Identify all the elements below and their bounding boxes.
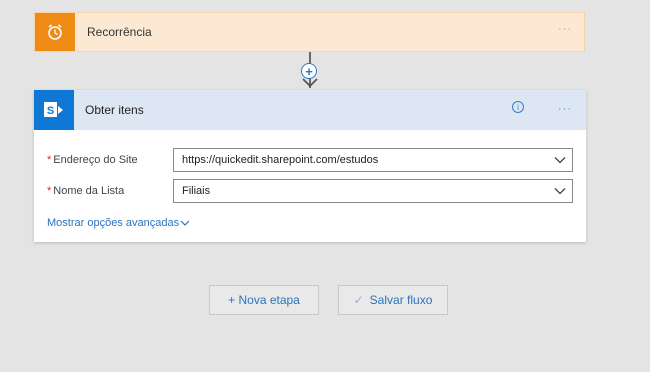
list-name-value: Filiais xyxy=(182,185,211,197)
action-title: Obter itens xyxy=(85,103,144,117)
chevron-down-icon xyxy=(554,188,566,195)
required-marker: * xyxy=(47,185,52,197)
save-flow-button[interactable]: ✓ Salvar fluxo xyxy=(338,285,448,315)
info-icon[interactable]: i xyxy=(512,101,524,113)
action-more-menu-button[interactable]: ··· xyxy=(558,103,572,115)
trigger-card-recorrencia[interactable]: Recorrência ··· xyxy=(34,12,585,52)
sharepoint-icon: S xyxy=(34,90,74,130)
chevron-down-icon[interactable] xyxy=(180,219,190,227)
svg-text:S: S xyxy=(47,105,54,117)
chevron-down-icon xyxy=(554,157,566,164)
site-address-dropdown[interactable]: https://quickedit.sharepoint.com/estudos xyxy=(173,148,573,172)
insert-step-button[interactable]: + xyxy=(301,63,317,79)
show-advanced-options-link[interactable]: Mostrar opções avançadas xyxy=(47,217,179,229)
new-step-button[interactable]: + Nova etapa xyxy=(209,285,319,315)
list-name-label: * Nome da Lista xyxy=(47,185,125,197)
arrow-down-icon xyxy=(302,78,318,88)
required-marker: * xyxy=(47,154,52,166)
action-card-header[interactable]: S Obter itens i ··· xyxy=(34,90,586,130)
action-card-obter-itens: S Obter itens i ··· * Endereço do Site ht… xyxy=(34,90,586,242)
plus-icon: + xyxy=(305,63,313,79)
site-address-value: https://quickedit.sharepoint.com/estudos xyxy=(182,154,379,166)
save-flow-label: Salvar fluxo xyxy=(369,293,433,307)
check-icon: ✓ xyxy=(353,293,364,307)
alarm-clock-icon xyxy=(35,13,75,51)
list-name-dropdown[interactable]: Filiais xyxy=(173,179,573,203)
new-step-label: + Nova etapa xyxy=(228,293,300,307)
trigger-title: Recorrência xyxy=(87,25,152,39)
site-address-label: * Endereço do Site xyxy=(47,154,138,166)
trigger-more-menu-button[interactable]: ··· xyxy=(558,23,572,35)
